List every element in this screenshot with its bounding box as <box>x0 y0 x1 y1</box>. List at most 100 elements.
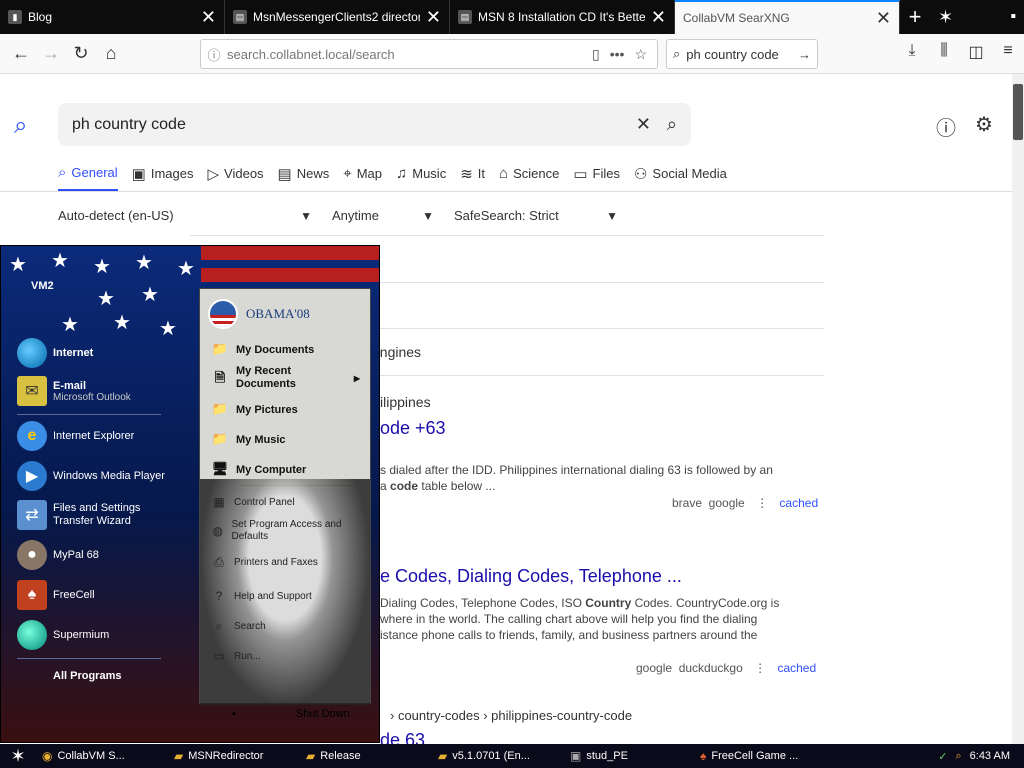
sidebar-icon[interactable]: ◫ <box>960 42 992 62</box>
searxng-logo-icon[interactable]: ⌕ <box>14 112 27 140</box>
start-button[interactable]: ✶ <box>0 746 36 767</box>
system-run[interactable]: ▭ Run... <box>210 649 260 663</box>
tab-science[interactable]: ⌂ Science <box>499 164 559 191</box>
tab-title: MsnMessengerClients2 directory lis <box>253 10 420 24</box>
taskbar-item[interactable]: ▰ v5.1.0701 (En... <box>432 749 564 763</box>
gear-icon[interactable]: ⚙ <box>975 112 993 137</box>
time-select[interactable]: Anytime ▼ <box>332 208 434 223</box>
taskbar-item[interactable]: ▰ Release <box>300 749 432 763</box>
system-help[interactable]: ? Help and Support <box>210 589 312 603</box>
browser-search-box[interactable]: ⌕ ph country code → <box>666 39 818 69</box>
kebab-icon[interactable]: ⋮ <box>756 496 768 510</box>
start-item-internet[interactable]: Internet <box>17 338 93 368</box>
page-scrollbar[interactable] <box>1012 74 1024 746</box>
tab-images[interactable]: ▣ Images <box>132 164 194 191</box>
back-button[interactable]: ← <box>6 43 36 64</box>
tab-general[interactable]: ⌕ General <box>58 164 118 191</box>
library-icon[interactable]: ⫼ <box>928 42 960 62</box>
safesearch-select[interactable]: SafeSearch: Strict ▼ <box>454 208 618 223</box>
layers-icon: ≋ <box>460 165 473 183</box>
start-item-mypal[interactable]: ● MyPal 68 <box>17 540 99 570</box>
tab-news[interactable]: ▤ News <box>278 164 330 191</box>
reader-view-icon[interactable]: ▯ <box>592 46 600 63</box>
clear-icon[interactable]: ✕ <box>636 114 651 135</box>
all-programs-button[interactable]: All Programs <box>53 670 121 682</box>
forward-button[interactable]: → <box>36 43 66 64</box>
tab-it[interactable]: ≋ It <box>460 164 485 191</box>
system-control-panel[interactable]: ▦ Control Panel <box>210 495 294 509</box>
system-printers[interactable]: ⎙ Printers and Faxes <box>210 555 318 570</box>
logoff-icon[interactable]: ▪ <box>232 708 236 720</box>
home-button[interactable]: ⌂ <box>96 43 126 64</box>
place-label: My Computer <box>236 464 307 476</box>
start-item-email[interactable]: ✉ E-mail Microsoft Outlook <box>17 376 131 406</box>
result-title[interactable]: e Codes, Dialing Codes, Telephone ... <box>380 566 682 587</box>
tab-collabvm-searxng[interactable]: CollabVM SearXNG ✕ <box>675 0 900 34</box>
system-label: Printers and Faxes <box>234 557 318 568</box>
tab-map[interactable]: ⌖ Map <box>343 164 382 191</box>
search-input[interactable]: ph country code ✕ ⌕ <box>58 103 691 146</box>
downloads-icon[interactable]: ⤓ <box>896 42 928 62</box>
close-icon[interactable]: ✕ <box>426 7 441 28</box>
menu-icon[interactable]: ≡ <box>992 42 1024 62</box>
more-actions-icon[interactable]: ••• <box>610 46 625 62</box>
tab-music[interactable]: ♫ Music <box>396 164 446 191</box>
info-icon[interactable]: ⓘ <box>201 45 227 64</box>
star-decoration: ★ <box>159 318 177 340</box>
tab-label: General <box>71 165 118 180</box>
search-tray-icon[interactable]: ⌕ <box>955 750 961 763</box>
system-search[interactable]: ⌕ Search <box>210 619 266 634</box>
start-item-transfer-wizard[interactable]: ⇄ Files and Settings Transfer Wizard <box>17 500 153 530</box>
go-arrow-icon[interactable]: → <box>798 47 811 62</box>
star-decoration: ★ <box>9 254 27 276</box>
place-my-pictures[interactable]: 📁 My Pictures <box>210 401 298 419</box>
language-select[interactable]: Auto-detect (en-US) ▼ <box>58 208 312 223</box>
close-icon[interactable]: ✕ <box>651 7 666 28</box>
place-my-recent-documents[interactable]: 🗎 My Recent Documents ▶ <box>210 365 360 391</box>
tab-blog[interactable]: ▮ Blog ✕ <box>0 0 225 34</box>
clock[interactable]: 6:43 AM <box>970 750 1010 762</box>
snippet-line: istance phone calls to friends, family, … <box>380 628 758 642</box>
safesearch-value: SafeSearch: Strict <box>454 208 559 223</box>
start-item-internet-explorer[interactable]: e Internet Explorer <box>17 421 134 451</box>
search-submit-icon[interactable]: ⌕ <box>667 114 677 135</box>
url-bar[interactable]: ⓘ search.collabnet.local/search ▯ ••• ☆ <box>200 39 658 69</box>
start-item-freecell[interactable]: ♠ FreeCell <box>17 580 95 610</box>
tab-social-media[interactable]: ⚇ Social Media <box>634 164 727 191</box>
taskbar-item-label: FreeCell Game ... <box>711 750 799 762</box>
reload-button[interactable]: ↻ <box>66 43 96 64</box>
flag-stripe <box>201 246 379 260</box>
tab-files[interactable]: ▭ Files <box>573 164 620 191</box>
place-my-computer[interactable]: 🖥 My Computer <box>210 461 307 479</box>
tab-msnmessengerclients2[interactable]: ▤ MsnMessengerClients2 directory lis ✕ <box>225 0 450 34</box>
place-my-music[interactable]: 📁 My Music <box>210 431 286 449</box>
search-query[interactable]: ph country code <box>72 116 620 134</box>
system-label: Search <box>234 621 266 632</box>
kebab-icon[interactable]: ⋮ <box>754 661 766 675</box>
close-icon[interactable]: ✕ <box>201 7 216 28</box>
close-icon[interactable]: ✕ <box>876 8 891 29</box>
start-item-media-player[interactable]: ▶ Windows Media Player <box>17 461 165 491</box>
info-icon[interactable]: ⓘ <box>936 112 956 141</box>
window-control-icon[interactable]: ▪ <box>1010 0 1024 34</box>
place-my-documents[interactable]: 📁 My Documents <box>210 341 314 359</box>
scrollbar-thumb[interactable] <box>1013 84 1023 140</box>
taskbar: ✶ ◉ CollabVM S... ▰ MSNRedirector ▰ Release… <box>0 744 1024 768</box>
tab-msn8-install[interactable]: ▤ MSN 8 Installation CD It's Better W ✕ <box>450 0 675 34</box>
taskbar-item[interactable]: ◉ CollabVM S... <box>36 749 168 763</box>
network-icon[interactable]: ✓ <box>938 750 947 763</box>
system-program-access[interactable]: ◍ Set Program Access and Defaults <box>210 519 360 543</box>
tab-videos[interactable]: ▷ Videos <box>207 164 263 191</box>
result-title[interactable]: ode +63 <box>380 418 446 439</box>
taskbar-item[interactable]: ▣ stud_PE <box>564 749 694 763</box>
snippet-line: Dialing Codes, Telephone Codes, ISO Coun… <box>380 595 820 611</box>
shutdown-button[interactable]: Shut Down <box>296 708 350 720</box>
taskbar-item[interactable]: ▰ MSNRedirector <box>168 749 300 763</box>
bookmark-star-icon[interactable]: ☆ <box>634 46 647 63</box>
sparkle-icon[interactable]: ✶ <box>938 0 953 34</box>
new-tab-button[interactable]: + <box>900 0 930 34</box>
cached-link[interactable]: cached <box>777 661 816 675</box>
cached-link[interactable]: cached <box>779 496 818 510</box>
taskbar-item[interactable]: ♠ FreeCell Game ... <box>694 749 826 763</box>
start-item-supermium[interactable]: Supermium <box>17 620 109 650</box>
